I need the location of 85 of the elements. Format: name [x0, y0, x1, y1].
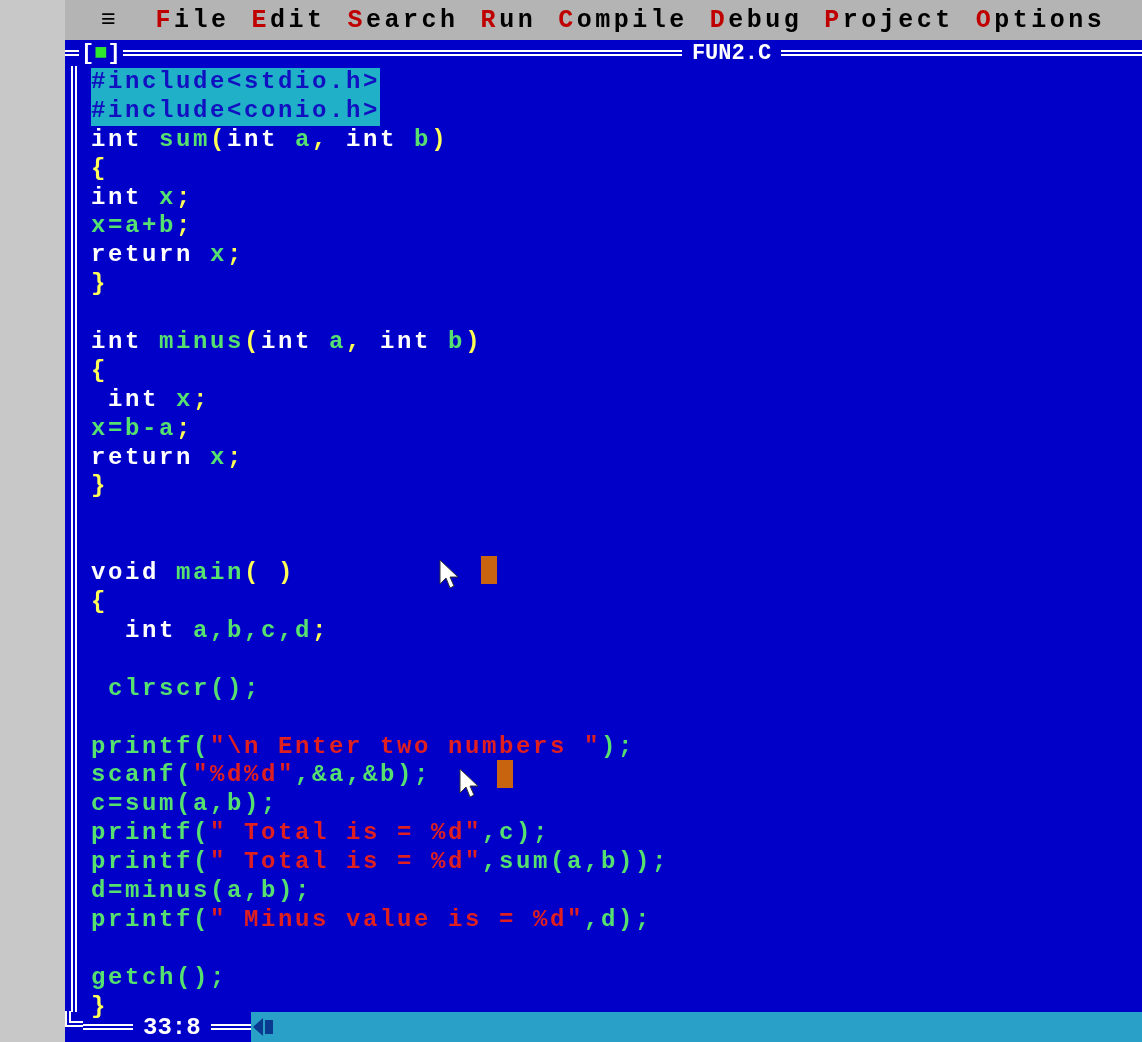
text-cursor — [481, 556, 497, 584]
code-token: " Minus value is = %d" — [210, 905, 585, 935]
code-token: ; — [176, 183, 194, 213]
code-token: minus — [159, 328, 245, 357]
menu-item[interactable]: Debug — [709, 5, 803, 35]
code-token: int — [261, 328, 314, 357]
code-token: printf( — [91, 819, 211, 849]
code-token: int — [124, 616, 177, 646]
code-token: ; — [176, 212, 194, 242]
menu-item[interactable]: Run — [480, 5, 537, 35]
code-token: ,sum(a,b)); — [482, 848, 670, 877]
code-token: ( ) — [244, 559, 296, 589]
code-token: } — [91, 472, 108, 502]
code-token: { — [91, 154, 108, 184]
code-token: return — [91, 443, 194, 473]
code-token: ; — [227, 443, 245, 473]
code-token: x — [210, 443, 228, 473]
code-token: a,b,c,d — [193, 616, 313, 646]
code-token: ; — [176, 414, 194, 444]
code-token: int — [91, 328, 143, 357]
horizontal-scrollbar[interactable] — [250, 1012, 1142, 1042]
window-title: FUN2.C — [690, 40, 773, 66]
code-token: int — [380, 328, 433, 357]
code-token: printf( — [91, 848, 211, 877]
code-token: int — [91, 183, 143, 213]
code-token: return — [91, 241, 194, 271]
code-token: int — [346, 125, 399, 155]
code-token: , — [346, 328, 365, 357]
menu-item[interactable]: Options — [975, 5, 1106, 35]
close-box[interactable]: [■] — [79, 40, 123, 66]
menu-item[interactable]: Search — [347, 5, 459, 35]
code-token: ; — [193, 385, 211, 415]
code-token: { — [91, 588, 108, 617]
code-token: void — [91, 559, 160, 589]
code-token: main — [176, 559, 245, 589]
code-token: scanf( — [91, 761, 193, 791]
menu-item[interactable]: Compile — [558, 5, 688, 35]
code-token: x — [159, 183, 177, 213]
code-token: " Total is = %d" — [210, 819, 483, 849]
code-token: ); — [601, 732, 636, 762]
code-token: ,&a,&b); — [295, 761, 432, 791]
code-token: ( — [244, 328, 262, 357]
code-token: x=a+b — [91, 212, 176, 242]
mouse-pointer-icon — [458, 767, 480, 799]
code-token: ) — [431, 125, 449, 155]
code-token: ; — [312, 616, 330, 646]
mouse-pointer-icon — [438, 558, 460, 590]
code-token: ,d); — [584, 905, 653, 935]
code-token: " Total is = %d" — [210, 848, 483, 877]
code-token: b — [414, 125, 432, 155]
code-token: , — [312, 125, 331, 155]
code-token: "%d%d" — [193, 761, 296, 791]
code-token: x — [210, 241, 228, 271]
menu-item[interactable]: File — [155, 5, 230, 35]
code-token: ) — [465, 328, 483, 357]
code-token: } — [91, 270, 108, 300]
code-token: clrscr(); — [107, 674, 262, 704]
code-token: x=b-a — [91, 414, 176, 444]
code-token: sum — [159, 125, 211, 155]
code-token: getch(); — [91, 963, 228, 993]
selected-code-text: #include<conio.h> — [91, 96, 381, 126]
code-token: } — [91, 992, 108, 1022]
code-token: b — [448, 328, 466, 357]
code-token: int — [91, 125, 143, 155]
code-token: a — [329, 328, 347, 357]
code-token: printf( — [91, 905, 211, 935]
code-token: ; — [227, 241, 245, 271]
code-token: int — [227, 125, 280, 155]
text-cursor — [497, 760, 513, 788]
code-token: a — [295, 125, 313, 155]
code-token: ( — [210, 125, 228, 155]
code-token: printf( — [91, 732, 211, 762]
frame-line — [65, 50, 79, 56]
code-token: { — [91, 356, 108, 386]
system-menu[interactable]: ≡ — [101, 5, 120, 35]
code-token: x — [176, 385, 194, 415]
code-token: ,c); — [482, 819, 551, 849]
selected-code-text: #include<stdio.h> — [91, 68, 381, 97]
code-token: "\n Enter two numbers " — [210, 732, 602, 762]
left-arrow-icon[interactable] — [252, 1016, 273, 1038]
code-token: int — [107, 385, 160, 415]
code-token: d=minus(a,b); — [91, 876, 313, 906]
menu-item[interactable]: Edit — [251, 5, 326, 35]
cursor-position: 33:8 — [142, 1013, 202, 1041]
code-token: c=sum(a,b); — [91, 790, 279, 820]
